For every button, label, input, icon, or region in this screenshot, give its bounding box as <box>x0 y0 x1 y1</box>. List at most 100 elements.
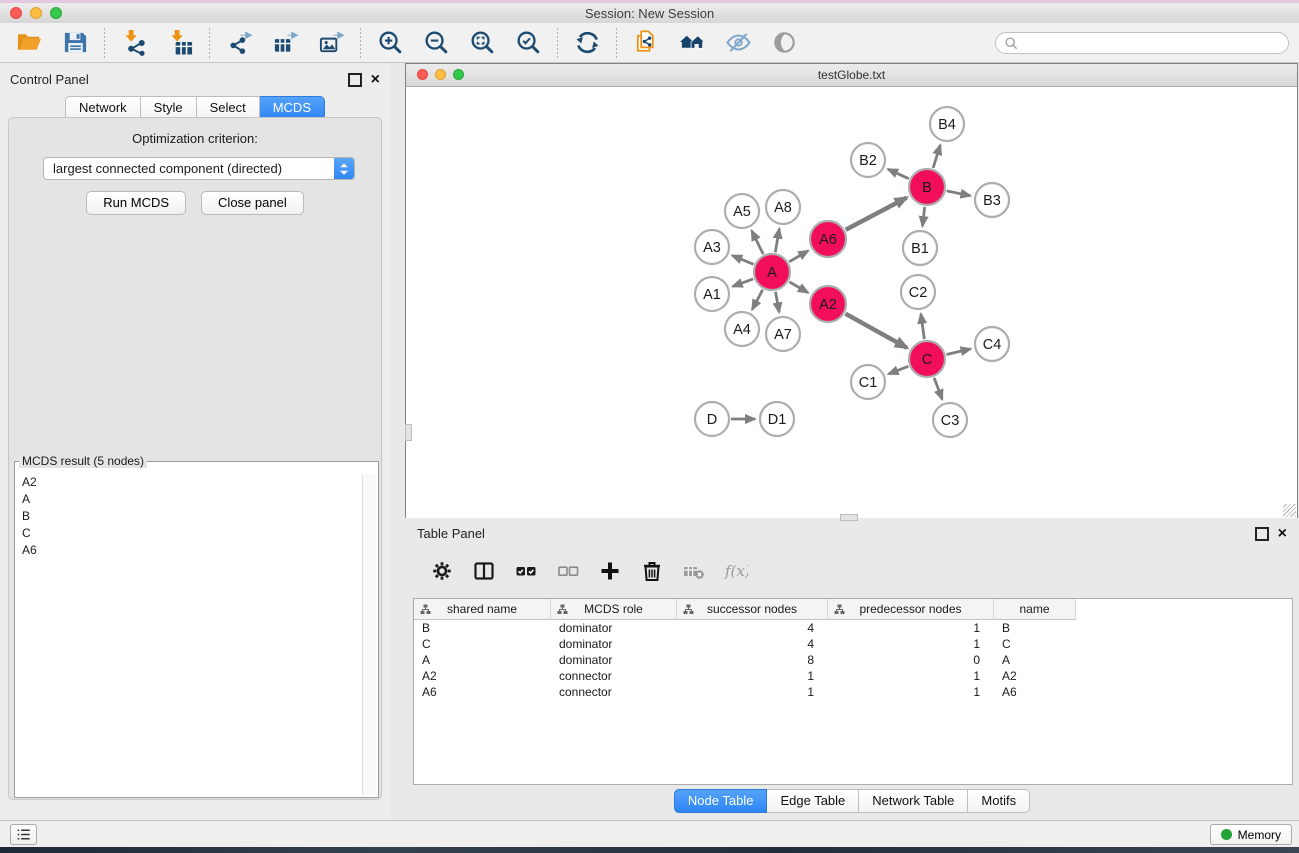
column-header-shared-name[interactable]: shared name <box>414 599 551 620</box>
zoom-in-button[interactable] <box>371 26 409 60</box>
table-cell[interactable]: A6 <box>994 685 1076 699</box>
table-row[interactable]: Bdominator41B <box>414 620 1292 636</box>
graph-node-B4[interactable]: B4 <box>930 107 964 141</box>
table-cell[interactable]: 0 <box>828 653 994 667</box>
graph-node-C[interactable]: C <box>909 341 945 377</box>
graph-node-A4[interactable]: A4 <box>725 312 759 346</box>
graph-edge-C-C4[interactable] <box>947 349 971 355</box>
column-header-successor-nodes[interactable]: successor nodes <box>677 599 828 620</box>
graph-edge-B-B1[interactable] <box>923 207 925 226</box>
table-cell[interactable]: connector <box>551 685 677 699</box>
table-cell[interactable]: dominator <box>551 621 677 635</box>
graph-edge-C-C2[interactable] <box>921 314 924 339</box>
apply-layout-button[interactable] <box>568 26 606 60</box>
table-cell[interactable]: A6 <box>414 685 551 699</box>
tab-network-table[interactable]: Network Table <box>859 789 968 813</box>
function-builder-button[interactable]: f(x) <box>719 554 752 588</box>
table-cell[interactable]: 1 <box>677 669 828 683</box>
graph-node-C1[interactable]: C1 <box>851 365 885 399</box>
result-node-item[interactable]: A6 <box>17 542 362 559</box>
table-cell[interactable]: B <box>994 621 1076 635</box>
graph-edge-A-A6[interactable] <box>789 251 808 262</box>
table-cell[interactable]: A <box>994 653 1076 667</box>
table-cell[interactable]: dominator <box>551 653 677 667</box>
graph-node-B[interactable]: B <box>909 169 945 205</box>
graph-edge-A-A4[interactable] <box>752 290 763 310</box>
float-table-panel-icon[interactable] <box>1255 527 1269 541</box>
graph-node-A5[interactable]: A5 <box>725 194 759 228</box>
graph-edge-A6-B[interactable] <box>846 198 907 230</box>
show-hidden-button[interactable] <box>765 26 803 60</box>
close-table-panel-icon[interactable]: × <box>1278 529 1287 539</box>
graph-node-A2[interactable]: A2 <box>810 286 846 322</box>
graph-node-A[interactable]: A <box>754 254 790 290</box>
graph-edge-A-A5[interactable] <box>752 231 764 254</box>
network-window-titlebar[interactable]: testGlobe.txt <box>406 64 1297 87</box>
table-cell[interactable]: A2 <box>414 669 551 683</box>
table-cell[interactable]: 1 <box>828 669 994 683</box>
float-panel-icon[interactable] <box>348 73 362 87</box>
table-cell[interactable]: 1 <box>677 685 828 699</box>
panel-selector-button[interactable] <box>10 824 37 845</box>
export-network-button[interactable] <box>220 26 258 60</box>
graph-node-B1[interactable]: B1 <box>903 231 937 265</box>
zoom-fit-button[interactable] <box>463 26 501 60</box>
network-zoom-icon[interactable] <box>453 69 464 80</box>
network-canvas[interactable]: A A1 A2 A3 A4 A5 A6 A7 A8 B B1 B2 B3 B4 … <box>406 87 1297 518</box>
graph-edge-A-A2[interactable] <box>789 282 808 293</box>
table-cell[interactable]: 1 <box>828 685 994 699</box>
window-titlebar[interactable]: Session: New Session <box>0 3 1299 24</box>
graph-node-A7[interactable]: A7 <box>766 317 800 351</box>
create-column-button[interactable] <box>593 554 626 588</box>
table-cell[interactable]: 4 <box>677 621 828 635</box>
graph-node-A1[interactable]: A1 <box>695 277 729 311</box>
vertical-split-handle[interactable] <box>405 424 412 441</box>
zoom-selected-button[interactable] <box>509 26 547 60</box>
search-field[interactable] <box>995 32 1289 54</box>
horizontal-split-handle[interactable] <box>840 514 858 521</box>
resize-grip-icon[interactable] <box>1283 504 1296 517</box>
graph-node-C3[interactable]: C3 <box>933 403 967 437</box>
zoom-window-icon[interactable] <box>50 7 62 19</box>
memory-button[interactable]: Memory <box>1210 824 1292 845</box>
table-row[interactable]: Cdominator41C <box>414 636 1292 652</box>
network-minimize-icon[interactable] <box>435 69 446 80</box>
table-cell[interactable]: connector <box>551 669 677 683</box>
table-cell[interactable]: C <box>414 637 551 651</box>
graph-edge-A-A3[interactable] <box>732 256 753 265</box>
network-from-selection-button[interactable] <box>627 26 665 60</box>
table-row[interactable]: A6connector11A6 <box>414 684 1292 700</box>
open-file-button[interactable] <box>10 26 48 60</box>
graph-node-A6[interactable]: A6 <box>810 221 846 257</box>
graph-node-D[interactable]: D <box>695 402 729 436</box>
network-close-icon[interactable] <box>417 69 428 80</box>
column-header-name[interactable]: name <box>994 599 1076 620</box>
table-row[interactable]: A2connector11A2 <box>414 668 1292 684</box>
tab-motifs[interactable]: Motifs <box>968 789 1030 813</box>
graph-node-D1[interactable]: D1 <box>760 402 794 436</box>
select-all-rows-button[interactable] <box>509 554 542 588</box>
table-settings-button[interactable] <box>425 554 458 588</box>
graph-edge-A-A8[interactable] <box>775 229 779 253</box>
table-cell[interactable]: A2 <box>994 669 1076 683</box>
import-network-button[interactable] <box>115 26 153 60</box>
zoom-out-button[interactable] <box>417 26 455 60</box>
export-image-button[interactable] <box>312 26 350 60</box>
result-node-item[interactable]: B <box>17 508 362 525</box>
close-panel-button[interactable]: Close panel <box>201 191 304 215</box>
result-node-item[interactable]: A <box>17 491 362 508</box>
result-node-item[interactable]: A2 <box>17 474 362 491</box>
close-panel-icon[interactable]: × <box>371 75 380 85</box>
graph-edge-A-A7[interactable] <box>776 292 780 313</box>
graph-edge-A2-C[interactable] <box>846 314 907 348</box>
criterion-dropdown[interactable]: largest connected component (directed) <box>43 157 355 180</box>
table-cell[interactable]: B <box>414 621 551 635</box>
table-cell[interactable]: 8 <box>677 653 828 667</box>
tab-node-table[interactable]: Node Table <box>674 789 768 813</box>
graph-node-A3[interactable]: A3 <box>695 230 729 264</box>
tab-edge-table[interactable]: Edge Table <box>767 789 859 813</box>
import-table-button[interactable] <box>161 26 199 60</box>
delete-table-button[interactable] <box>677 554 710 588</box>
save-session-button[interactable] <box>56 26 94 60</box>
table-row[interactable]: Adominator80A <box>414 652 1292 668</box>
